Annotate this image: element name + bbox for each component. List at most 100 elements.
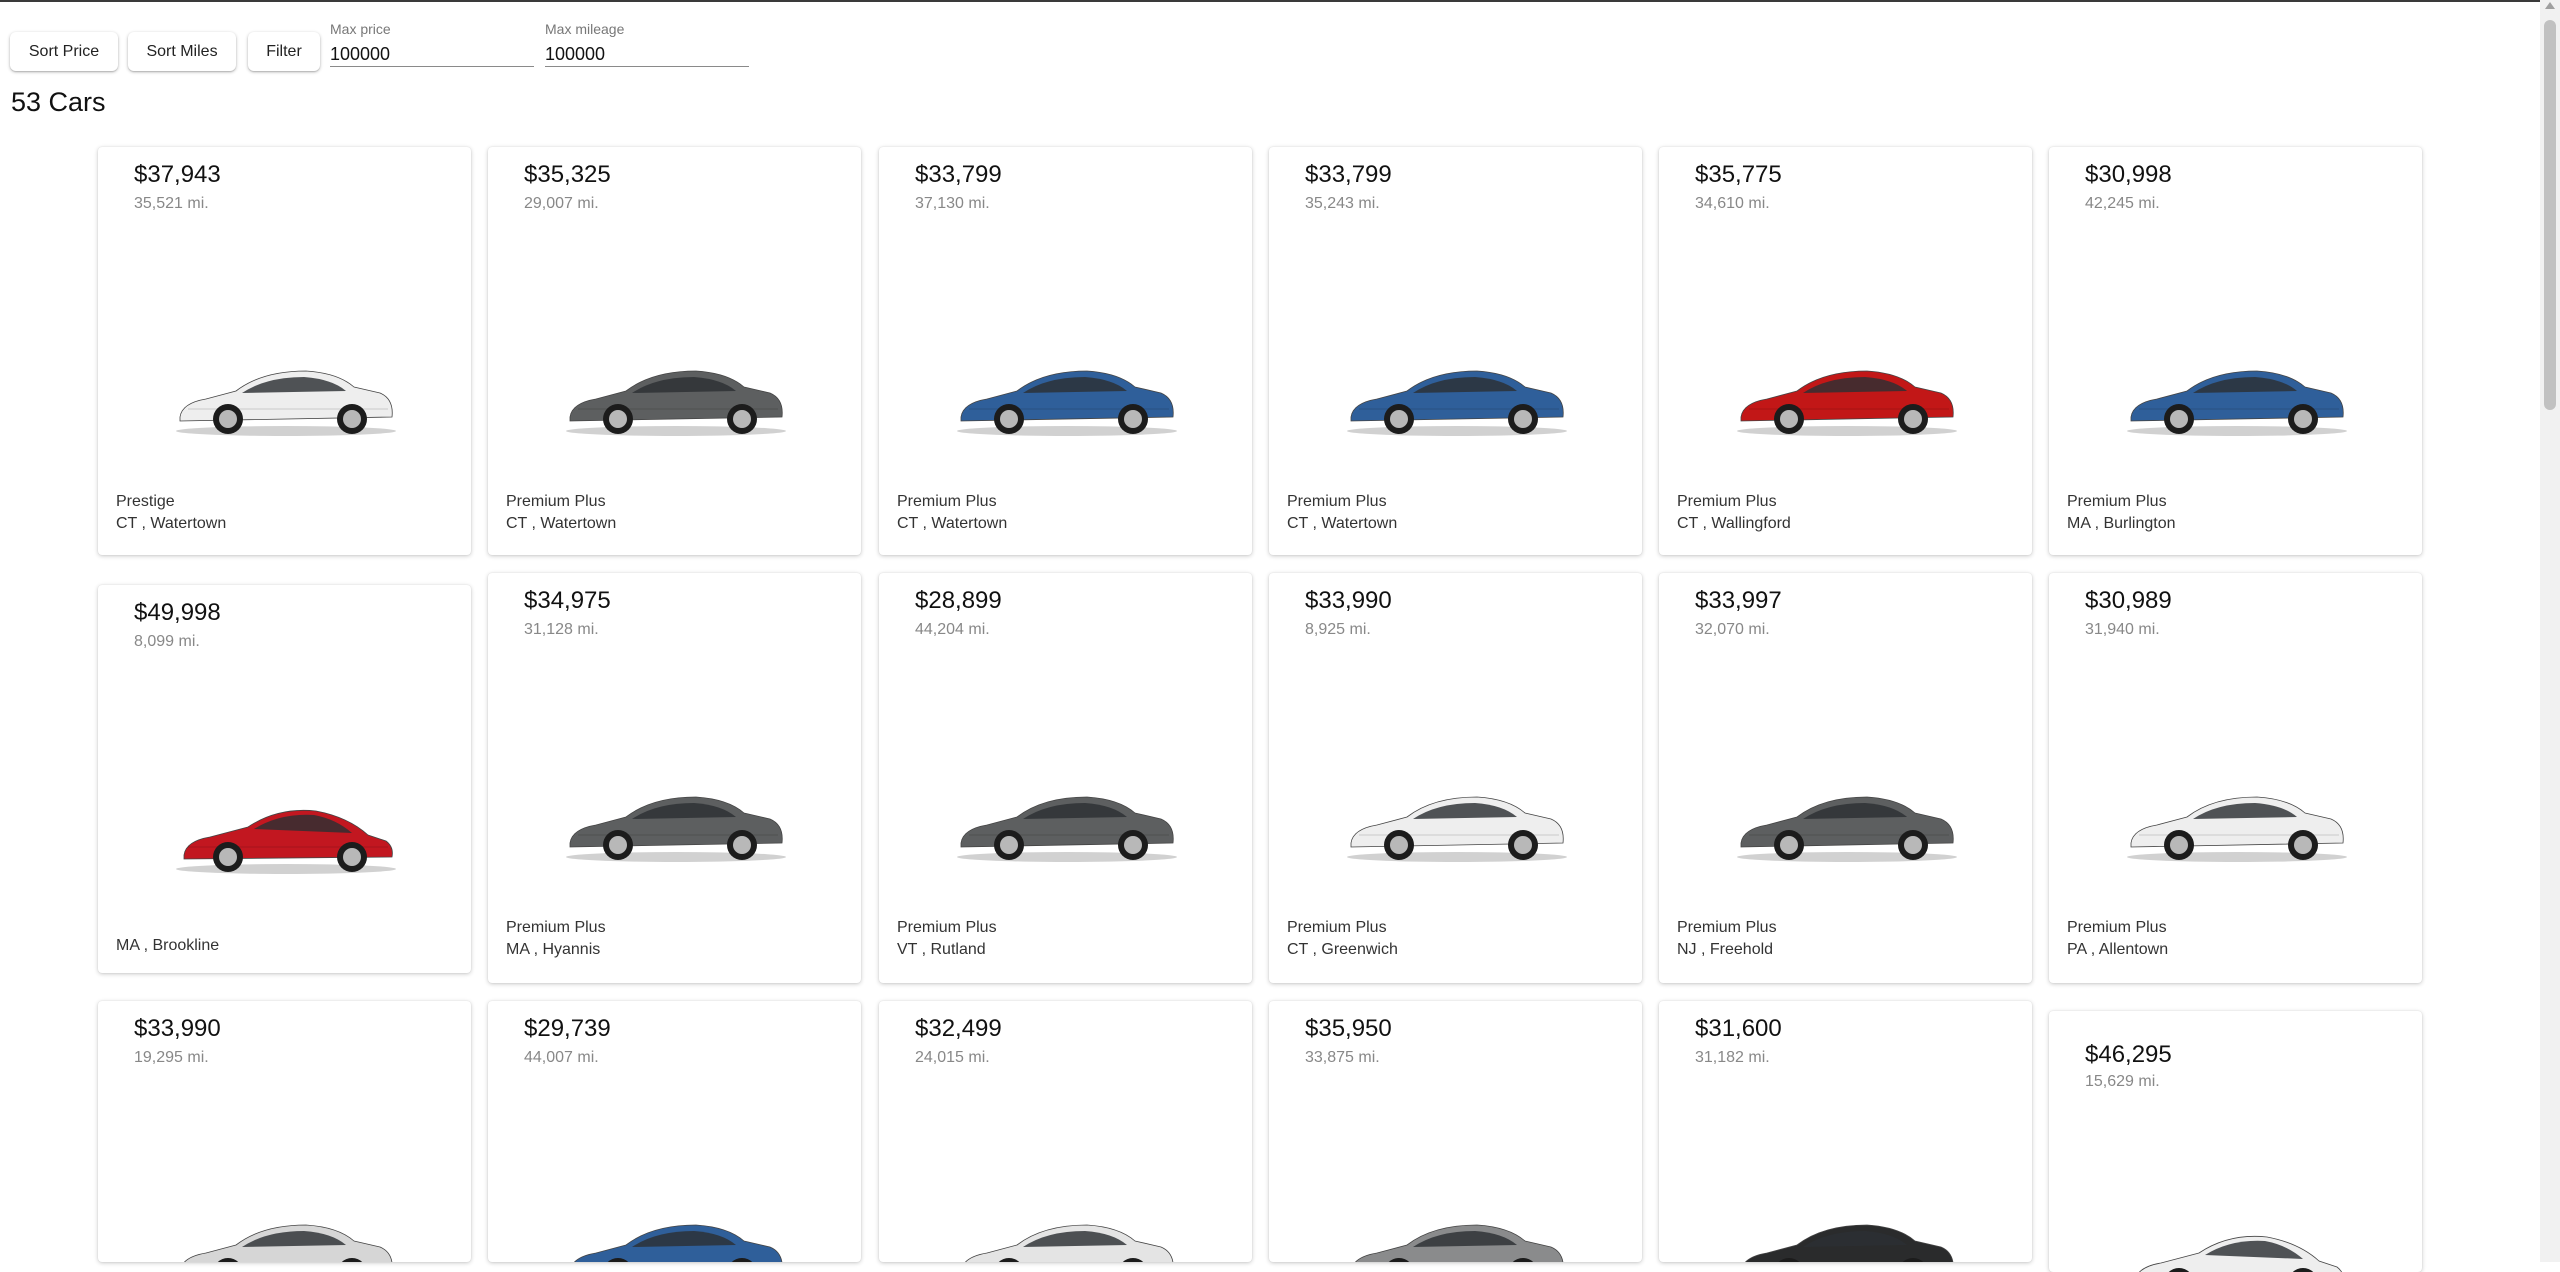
sedan-car-image <box>1355 1224 1564 1262</box>
car-price: $33,997 <box>1695 587 1782 614</box>
sedan-car-image <box>176 370 396 436</box>
car-price: $34,975 <box>524 587 611 614</box>
car-price: $33,799 <box>1305 161 1392 188</box>
car-card[interactable]: $33,799 35,243 mi. Premium Plus CT , Watert… <box>1269 147 1642 555</box>
car-trim: Premium Plus <box>1287 493 1387 510</box>
car-price: $30,989 <box>2085 587 2172 614</box>
car-trim: Premium Plus <box>506 493 606 510</box>
car-trim: Premium Plus <box>897 919 997 936</box>
car-mileage: 29,007 mi. <box>524 195 599 212</box>
car-card[interactable]: $33,990 8,925 mi. Premium Plus CT , Greenwi… <box>1269 573 1642 983</box>
max-price-field: Max price <box>330 20 534 67</box>
car-price: $33,799 <box>915 161 1002 188</box>
car-price: $33,990 <box>1305 587 1392 614</box>
car-card[interactable]: $32,499 24,015 mi. <box>879 1001 1252 1262</box>
car-mileage: 33,875 mi. <box>1305 1049 1380 1066</box>
car-card[interactable]: $33,799 37,130 mi. Premium Plus CT , Watert… <box>879 147 1252 555</box>
car-trim: Premium Plus <box>2067 493 2167 510</box>
car-price: $35,325 <box>524 161 611 188</box>
car-price: $32,499 <box>915 1015 1002 1042</box>
car-location: MA , Brookline <box>116 937 220 954</box>
car-card[interactable]: $30,989 31,940 mi. Premium Plus PA , Allent… <box>2049 573 2422 983</box>
car-price: $28,899 <box>915 587 1002 614</box>
car-location: VT , Rutland <box>897 941 986 958</box>
car-card[interactable]: $35,325 29,007 mi. Premium Plus CT , Watert… <box>488 147 861 555</box>
scroll-up-arrow-icon[interactable] <box>2545 2 2555 9</box>
car-card[interactable]: $33,997 32,070 mi. Premium Plus NJ , Freeho… <box>1659 573 2032 983</box>
car-location: PA , Allentown <box>2067 941 2169 958</box>
car-mileage: 32,070 mi. <box>1695 621 1770 638</box>
car-trim: Premium Plus <box>1287 919 1387 936</box>
vertical-scrollbar[interactable] <box>2540 0 2560 1262</box>
max-mileage-field: Max mileage <box>545 20 749 67</box>
sedan-car-image <box>957 796 1177 862</box>
car-price: $29,739 <box>524 1015 611 1042</box>
car-card[interactable]: $37,943 35,521 mi. Prestige CT , Watertown <box>98 147 471 555</box>
sedan-car-image <box>965 1224 1174 1262</box>
car-mileage: 42,245 mi. <box>2085 195 2160 212</box>
car-price: $31,600 <box>1695 1015 1782 1042</box>
sedan-car-image <box>957 370 1177 436</box>
car-mileage: 35,243 mi. <box>1305 195 1380 212</box>
car-mileage: 31,182 mi. <box>1695 1049 1770 1066</box>
car-trim: Premium Plus <box>897 493 997 510</box>
car-card[interactable]: $35,950 33,875 mi. <box>1269 1001 1642 1262</box>
car-price: $35,775 <box>1695 161 1782 188</box>
car-trim: Premium Plus <box>506 919 606 936</box>
car-trim: Premium Plus <box>1677 919 1777 936</box>
car-location: MA , Hyannis <box>506 941 601 958</box>
coupe-car-image <box>176 810 396 874</box>
car-mileage: 19,295 mi. <box>134 1049 209 1066</box>
car-price: $35,950 <box>1305 1015 1392 1042</box>
car-mileage: 44,204 mi. <box>915 621 990 638</box>
car-location: CT , Watertown <box>1287 515 1398 532</box>
car-mileage: 15,629 mi. <box>2085 1073 2160 1090</box>
car-card[interactable]: $35,775 34,610 mi. Premium Plus CT , Wallin… <box>1659 147 2032 555</box>
car-mileage: 24,015 mi. <box>915 1049 990 1066</box>
car-mileage: 37,130 mi. <box>915 195 990 212</box>
car-mileage: 44,007 mi. <box>524 1049 599 1066</box>
car-price: $30,998 <box>2085 161 2172 188</box>
sedan-car-image <box>184 1224 393 1262</box>
sedan-car-image <box>1347 370 1567 436</box>
sedan-car-image <box>1347 796 1567 862</box>
sedan-car-image <box>1745 1224 1954 1262</box>
car-mileage: 8,925 mi. <box>1305 621 1371 638</box>
sedan-car-image <box>566 370 786 436</box>
car-card[interactable]: $49,998 8,099 mi. MA , Brookline <box>98 585 471 973</box>
car-card[interactable]: $34,975 31,128 mi. Premium Plus MA , Hyanni… <box>488 573 861 983</box>
window-top-border <box>0 0 2560 2</box>
car-location: CT , Watertown <box>116 515 227 532</box>
car-trim: Premium Plus <box>2067 919 2167 936</box>
car-card[interactable]: $46,295 15,629 mi. <box>2049 1011 2422 1272</box>
car-mileage: 31,128 mi. <box>524 621 599 638</box>
car-mileage: 8,099 mi. <box>134 633 200 650</box>
sedan-car-image <box>566 796 786 862</box>
car-location: NJ , Freehold <box>1677 941 1774 958</box>
coupe-car-image <box>2139 1236 2343 1272</box>
car-location: MA , Burlington <box>2067 515 2176 532</box>
car-card[interactable]: $33,990 19,295 mi. <box>98 1001 471 1262</box>
car-card[interactable]: $30,998 42,245 mi. Premium Plus MA , Burlin… <box>2049 147 2422 555</box>
car-card[interactable]: $31,600 31,182 mi. <box>1659 1001 2032 1262</box>
sort-miles-button[interactable]: Sort Miles <box>128 32 236 71</box>
filter-button[interactable]: Filter <box>248 32 320 71</box>
sedan-car-image <box>1737 796 1957 862</box>
sort-price-button[interactable]: Sort Price <box>10 32 118 71</box>
car-location: CT , Watertown <box>897 515 1008 532</box>
car-location: CT , Greenwich <box>1287 941 1398 958</box>
car-price: $46,295 <box>2085 1041 2172 1068</box>
sedan-car-image <box>574 1224 783 1262</box>
sedan-car-image <box>1737 370 1957 436</box>
car-card[interactable]: $28,899 44,204 mi. Premium Plus VT , Rutlan… <box>879 573 1252 983</box>
car-location: CT , Wallingford <box>1677 515 1791 532</box>
car-card[interactable]: $29,739 44,007 mi. <box>488 1001 861 1262</box>
sedan-car-image <box>2127 796 2347 862</box>
max-mileage-input[interactable] <box>545 42 749 67</box>
car-location: CT , Watertown <box>506 515 617 532</box>
car-price: $49,998 <box>134 599 221 626</box>
scroll-thumb[interactable] <box>2544 20 2556 410</box>
car-mileage: 31,940 mi. <box>2085 621 2160 638</box>
car-trim: Premium Plus <box>1677 493 1777 510</box>
max-price-input[interactable] <box>330 42 534 67</box>
